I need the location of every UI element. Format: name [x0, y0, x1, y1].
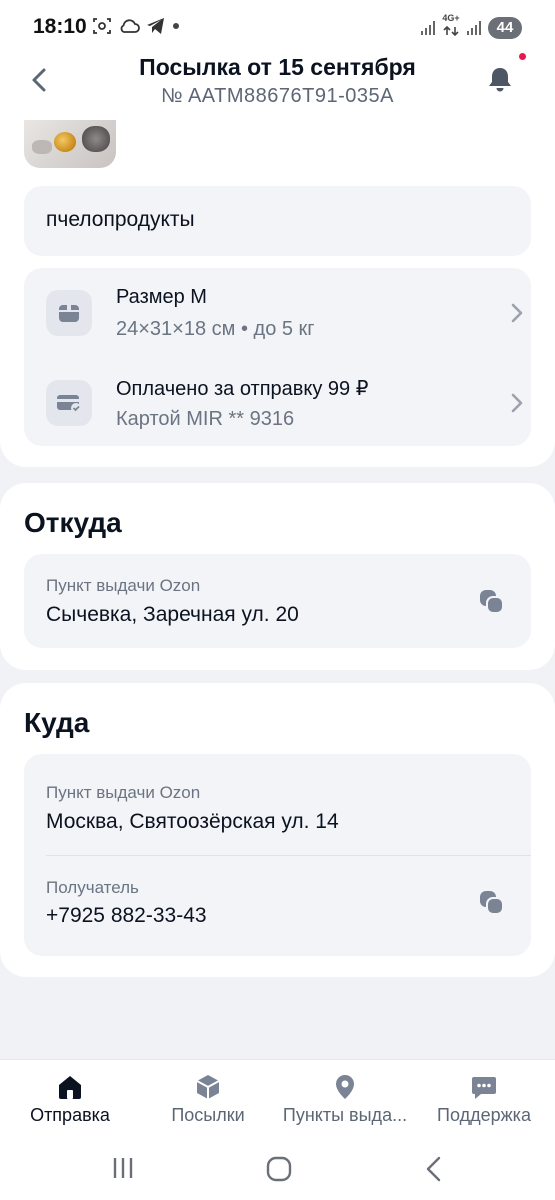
parcel-details-block: Размер M 24×31×18 см • до 5 кг Оплачено … — [24, 268, 531, 446]
size-row[interactable]: Размер M 24×31×18 см • до 5 кг — [24, 268, 531, 356]
parcel-description: пчелопродукты — [24, 186, 531, 256]
box-icon — [46, 290, 92, 336]
status-notification-icons — [92, 16, 180, 36]
photo-detail — [32, 140, 52, 154]
dot-icon — [173, 23, 179, 29]
to-card: Куда Пункт выдачи Ozon Москва, Святоозёр… — [0, 683, 555, 977]
parcel-info-card: пчелопродукты Размер M 24×31×18 см • до … — [0, 120, 555, 467]
from-title: Откуда — [24, 507, 122, 538]
photo-detail — [54, 132, 76, 152]
to-title: Куда — [24, 707, 90, 738]
recipient-label: Получатель — [46, 878, 139, 897]
system-back-button[interactable] — [424, 1156, 444, 1182]
divider — [46, 855, 531, 856]
home-button[interactable] — [266, 1156, 292, 1182]
recent-apps-button[interactable] — [111, 1156, 135, 1180]
copy-icon[interactable] — [477, 888, 507, 918]
signal-icon-2 — [467, 20, 481, 35]
card-check-icon — [46, 380, 92, 426]
from-address: Сычевка, Заречная ул. 20 — [46, 603, 299, 626]
system-navigation-bar — [0, 1090, 555, 1182]
battery-indicator: 44 — [488, 16, 522, 39]
status-time: 18:10 — [33, 15, 87, 38]
payment-row[interactable]: Оплачено за отправку 99 ₽ Картой MIR ** … — [24, 358, 531, 446]
app-header: Посылка от 15 сентября № AATM88676T91-03… — [0, 54, 555, 120]
screenshot-icon — [93, 18, 111, 34]
notification-badge — [519, 53, 526, 60]
description-text: пчелопродукты — [46, 208, 195, 231]
to-label: Пункт выдачи Ozon — [46, 783, 201, 802]
parcel-number: № AATM88676T91-035A — [161, 85, 394, 107]
signal-icon — [421, 20, 435, 35]
to-address-block: Пункт выдачи Ozon Москва, Святоозёрская … — [24, 754, 531, 956]
from-label: Пункт выдачи Ozon — [46, 576, 201, 595]
copy-icon[interactable] — [477, 587, 507, 617]
photo-detail — [82, 126, 110, 152]
status-bar: 18:10 4G+ 44 — [0, 0, 555, 54]
network-type: 4G+ — [442, 14, 460, 41]
telegram-icon — [147, 18, 164, 34]
parcel-details-screen: 18:10 4G+ 44 Посылка от 15 сентября № AA… — [0, 0, 555, 1200]
size-details: 24×31×18 см • до 5 кг — [116, 318, 315, 340]
size-title: Размер M — [116, 286, 207, 308]
page-title: Посылка от 15 сентября — [139, 54, 416, 80]
payment-details: Картой MIR ** 9316 — [116, 408, 295, 430]
notifications-bell-icon[interactable] — [484, 64, 516, 96]
from-card: Откуда Пункт выдачи Ozon Сычевка, Заречн… — [0, 483, 555, 670]
to-address: Москва, Святоозёрская ул. 14 — [46, 810, 339, 833]
data-arrows-icon — [443, 25, 459, 37]
recipient-phone: +7925 882-33-43 — [46, 904, 207, 927]
from-address-block: Пункт выдачи Ozon Сычевка, Заречная ул. … — [24, 554, 531, 648]
payment-title: Оплачено за отправку 99 ₽ — [116, 378, 369, 400]
chevron-right-icon — [511, 393, 523, 413]
status-system-icons: 4G+ 44 — [420, 14, 522, 41]
chevron-right-icon — [511, 303, 523, 323]
cloud-icon — [120, 19, 140, 33]
parcel-photo[interactable] — [24, 120, 116, 168]
